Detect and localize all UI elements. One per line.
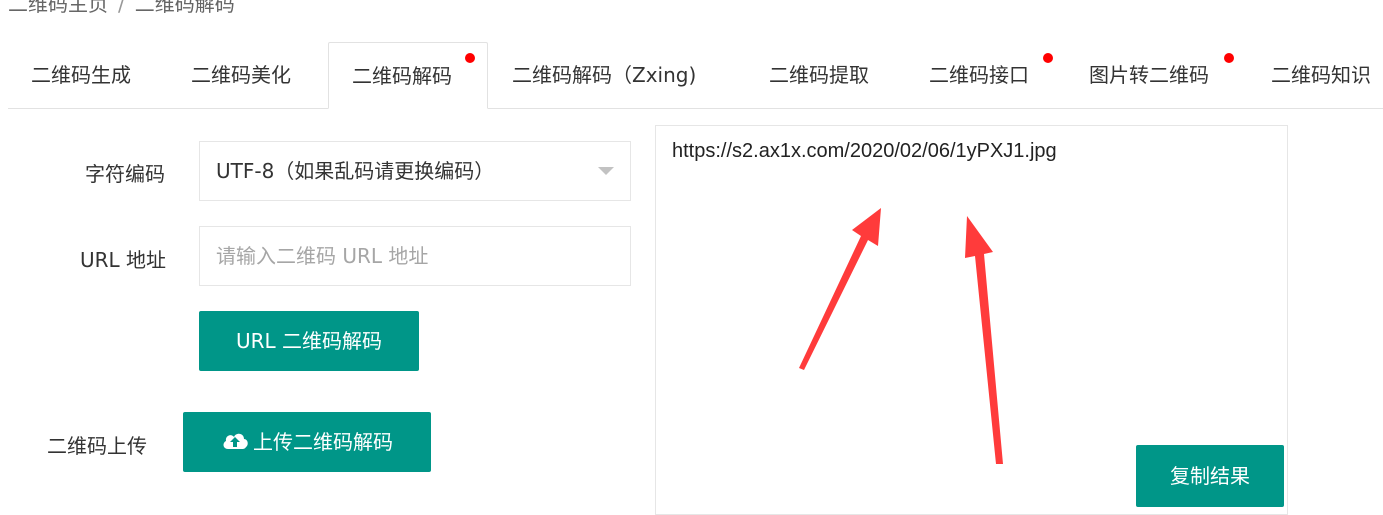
red-arrow-annotation (965, 216, 1003, 464)
annotation-arrows (799, 208, 1003, 464)
red-arrow-annotation (799, 208, 881, 370)
